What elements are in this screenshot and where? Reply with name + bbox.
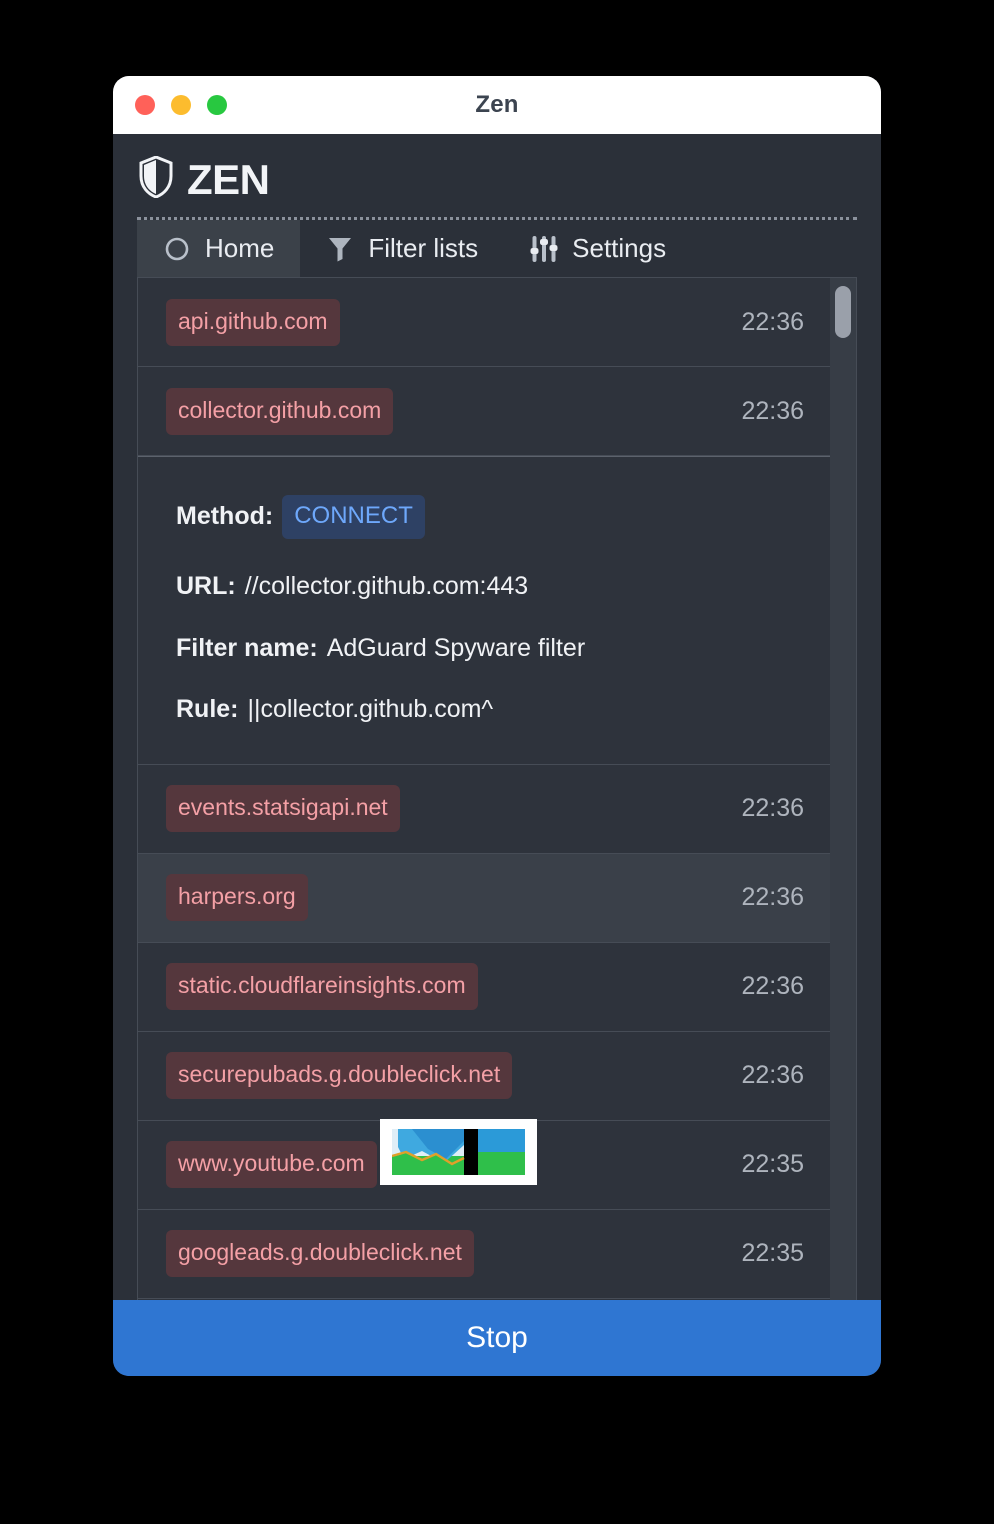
table-row[interactable]: static.cloudflareinsights.com 22:36: [138, 942, 830, 1032]
list-scrollbar[interactable]: [830, 278, 856, 1300]
detail-filter-name-row: Filter name: AdGuard Spyware filter: [176, 633, 800, 663]
detail-method-row: Method: CONNECT: [176, 495, 800, 539]
row-time: 22:36: [741, 794, 804, 822]
detail-rule-value: ||collector.github.com^: [247, 695, 494, 723]
tab-home-label: Home: [205, 233, 275, 263]
circle-icon: [163, 236, 191, 262]
domain-badge: securepubads.g.doubleclick.net: [166, 1052, 513, 1099]
table-row[interactable]: securepubads.g.doubleclick.net 22:36: [138, 1031, 830, 1121]
app-brand-name: ZEN: [187, 155, 270, 203]
tab-filter-lists[interactable]: Filter lists: [300, 220, 504, 277]
overlay-thumbnail-image: [392, 1129, 525, 1175]
row-time: 22:35: [741, 1150, 804, 1178]
row-time: 22:35: [741, 1239, 804, 1267]
drag-preview-overlay: [380, 1119, 537, 1185]
row-time: 22:36: [741, 883, 804, 911]
domain-badge: static.cloudflareinsights.com: [166, 963, 478, 1010]
domain-badge: events.statsigapi.net: [166, 785, 400, 832]
row-time: 22:36: [741, 1061, 804, 1089]
detail-rule-row: Rule: ||collector.github.com^: [176, 695, 800, 724]
table-row[interactable]: events.statsigapi.net 22:36: [138, 764, 830, 854]
sliders-icon: [530, 235, 558, 263]
tab-settings[interactable]: Settings: [504, 220, 692, 277]
table-row[interactable]: api.github.com 22:36: [138, 278, 830, 367]
stop-button[interactable]: Stop: [113, 1300, 881, 1376]
detail-filter-name-value: AdGuard Spyware filter: [326, 633, 586, 662]
tab-home[interactable]: Home: [137, 220, 301, 277]
app-brand: ZEN: [113, 134, 881, 217]
domain-badge: googleads.g.doubleclick.net: [166, 1230, 474, 1277]
window-title: Zen: [475, 91, 519, 118]
detail-rule-label: Rule:: [176, 695, 239, 723]
tab-filter-lists-label: Filter lists: [368, 233, 479, 263]
window-titlebar: Zen: [113, 76, 881, 134]
row-time: 22:36: [741, 307, 804, 336]
detail-method-label: Method:: [176, 502, 274, 531]
row-time: 22:36: [741, 396, 804, 425]
shield-icon: [139, 155, 173, 203]
scrollbar-thumb[interactable]: [835, 286, 851, 338]
app-content: ZEN Home Filter lists Settings api.githu…: [113, 134, 881, 1376]
detail-url-label: URL:: [176, 572, 236, 600]
tab-bar: Home Filter lists Settings: [137, 217, 857, 277]
request-detail-panel: Method: CONNECT URL: //collector.github.…: [138, 456, 830, 765]
detail-url-row: URL: //collector.github.com:443: [176, 572, 800, 601]
table-row[interactable]: googleads.g.doubleclick.net 22:35: [138, 1209, 830, 1299]
domain-badge: harpers.org: [166, 874, 308, 921]
tab-settings-label: Settings: [572, 233, 667, 263]
detail-filter-name-label: Filter name:: [176, 633, 318, 662]
row-time: 22:36: [741, 972, 804, 1000]
table-row[interactable]: collector.github.com 22:36: [138, 367, 830, 456]
funnel-icon: [326, 236, 354, 262]
table-row[interactable]: harpers.org 22:36: [138, 853, 830, 943]
domain-badge: www.youtube.com: [166, 1141, 377, 1188]
method-badge: CONNECT: [282, 495, 425, 539]
detail-url-value: //collector.github.com:443: [244, 572, 529, 600]
screen: Zen ZEN Home Filter lists Settings api.g…: [0, 0, 994, 1524]
domain-badge: api.github.com: [166, 298, 340, 346]
domain-badge: collector.github.com: [166, 387, 394, 435]
